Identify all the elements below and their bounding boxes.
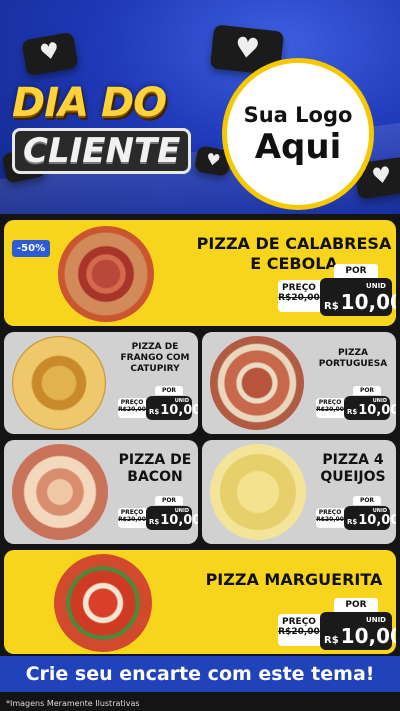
por-label: POR: [155, 496, 183, 505]
old-price-label: PREÇO: [282, 617, 316, 627]
offer-card-portuguesa[interactable]: PIZZA PORTUGUESA PREÇO R$20,00 POR R$ 10…: [202, 332, 396, 434]
old-price-box: PREÇO R$20,00: [118, 398, 146, 418]
currency: R$: [149, 518, 160, 526]
offer-card-4-queijos[interactable]: PIZZA 4 QUEIJOS PREÇO R$20,00 POR R$ 10,…: [202, 440, 396, 544]
offer-title: PIZZA DE FRANGO COM CATUPIRY: [120, 342, 190, 374]
new-price: 10,00: [340, 290, 396, 314]
new-price-box: POR R$ 10,00 UNID: [320, 598, 396, 650]
price-tag: PREÇO R$20,00 POR R$ 10,00 UNID: [316, 386, 396, 420]
old-price-box: PREÇO R$20,00: [278, 280, 320, 312]
offer-card-calabresa[interactable]: -50% PIZZA DE CALABRESA E CEBOLA PREÇO R…: [4, 220, 396, 326]
price-tag: PREÇO R$20,00 POR R$ 10,00 UNID: [278, 598, 396, 650]
pizza-image: [58, 226, 154, 322]
new-price: 10,00: [340, 624, 396, 648]
currency: R$: [324, 301, 339, 312]
old-price-label: PREÇO: [120, 509, 144, 516]
title-line-1: DIA DO: [12, 80, 167, 126]
unit-label: UNID: [174, 508, 189, 514]
unit-label: UNID: [372, 398, 387, 404]
new-price: 10,00: [160, 513, 198, 528]
new-price: 10,00: [358, 403, 396, 418]
new-price-box: POR R$ 10,00 UNID: [344, 496, 396, 530]
pizza-image: [12, 336, 106, 430]
offer-card-bacon[interactable]: PIZZA DE BACON PREÇO R$20,00 POR R$ 10,0…: [4, 440, 198, 544]
heart-bubble-icon: ♥: [21, 31, 79, 77]
price-tag: PREÇO R$20,00 POR R$ 10,00 UNID: [316, 496, 396, 530]
cta-banner[interactable]: Crie seu encarte com este tema!: [0, 656, 400, 692]
old-price: R$20,00: [118, 406, 146, 413]
old-price-box: PREÇO R$20,00: [278, 614, 320, 646]
old-price-box: PREÇO R$20,00: [316, 398, 344, 418]
new-price: 10,00: [358, 513, 396, 528]
old-price-label: PREÇO: [120, 399, 144, 406]
old-price: R$20,00: [118, 516, 146, 523]
old-price-box: PREÇO R$20,00: [316, 508, 344, 528]
old-price: R$20,00: [278, 627, 320, 637]
pizza-image: [210, 444, 306, 540]
currency: R$: [149, 408, 160, 416]
pizza-image: [54, 554, 152, 652]
old-price: R$20,00: [278, 293, 320, 303]
pizza-image: [12, 444, 108, 540]
currency: R$: [324, 635, 339, 646]
por-label: POR: [353, 496, 381, 505]
unit-label: UNID: [366, 282, 386, 290]
discount-badge: -50%: [12, 240, 51, 257]
old-price: R$20,00: [316, 406, 344, 413]
new-price-box: POR R$ 10,00 UNID: [146, 496, 198, 530]
old-price-label: PREÇO: [318, 509, 342, 516]
old-price: R$20,00: [316, 516, 344, 523]
unit-label: UNID: [174, 398, 189, 404]
price-tag: PREÇO R$20,00 POR R$ 10,00 UNID: [118, 386, 198, 420]
offers-panel: -50% PIZZA DE CALABRESA E CEBOLA PREÇO R…: [0, 214, 400, 711]
pizza-image: [210, 336, 304, 430]
unit-label: UNID: [372, 508, 387, 514]
old-price-label: PREÇO: [282, 283, 316, 293]
currency: R$: [347, 408, 358, 416]
currency: R$: [347, 518, 358, 526]
offer-card-marguerita[interactable]: PIZZA MARGUERITA PREÇO R$20,00 POR R$ 10…: [4, 550, 396, 654]
por-label: POR: [334, 598, 378, 612]
new-price-box: POR R$ 10,00 UNID: [344, 386, 396, 420]
new-price: 10,00: [160, 403, 198, 418]
disclaimer: *Imagens Meramente Ilustrativas: [6, 699, 140, 708]
por-label: POR: [155, 386, 183, 395]
offer-title: PIZZA MARGUERITA: [205, 570, 383, 589]
price-tag: PREÇO R$20,00 POR R$ 10,00 UNID: [278, 264, 396, 316]
title-line-2: CLIENTE: [12, 128, 192, 174]
old-price-box: PREÇO R$20,00: [118, 508, 146, 528]
por-label: POR: [353, 386, 381, 395]
por-label: POR: [334, 264, 378, 278]
price-tag: PREÇO R$20,00 POR R$ 10,00 UNID: [118, 496, 198, 530]
hero-banner: ♥ ♥ ♥ ♥ ♥ DIA DO CLIENTE Sua Logo Aqui: [0, 0, 400, 214]
offer-title: PIZZA DE BACON: [118, 452, 192, 485]
cta-text: Crie seu encarte com este tema!: [25, 663, 375, 685]
logo-text-line-2: Aqui: [254, 127, 342, 167]
campaign-title: DIA DO CLIENTE: [12, 82, 202, 174]
logo-placeholder[interactable]: Sua Logo Aqui: [222, 58, 374, 210]
new-price-box: POR R$ 10,00 UNID: [146, 386, 198, 420]
old-price-label: PREÇO: [318, 399, 342, 406]
offer-card-frango[interactable]: PIZZA DE FRANGO COM CATUPIRY PREÇO R$20,…: [4, 332, 198, 434]
offer-title: PIZZA 4 QUEIJOS: [320, 452, 386, 485]
new-price-box: POR R$ 10,00 UNID: [320, 264, 396, 316]
offer-title: PIZZA PORTUGUESA: [318, 348, 388, 369]
unit-label: UNID: [366, 616, 386, 624]
logo-text-line-1: Sua Logo: [243, 103, 353, 127]
